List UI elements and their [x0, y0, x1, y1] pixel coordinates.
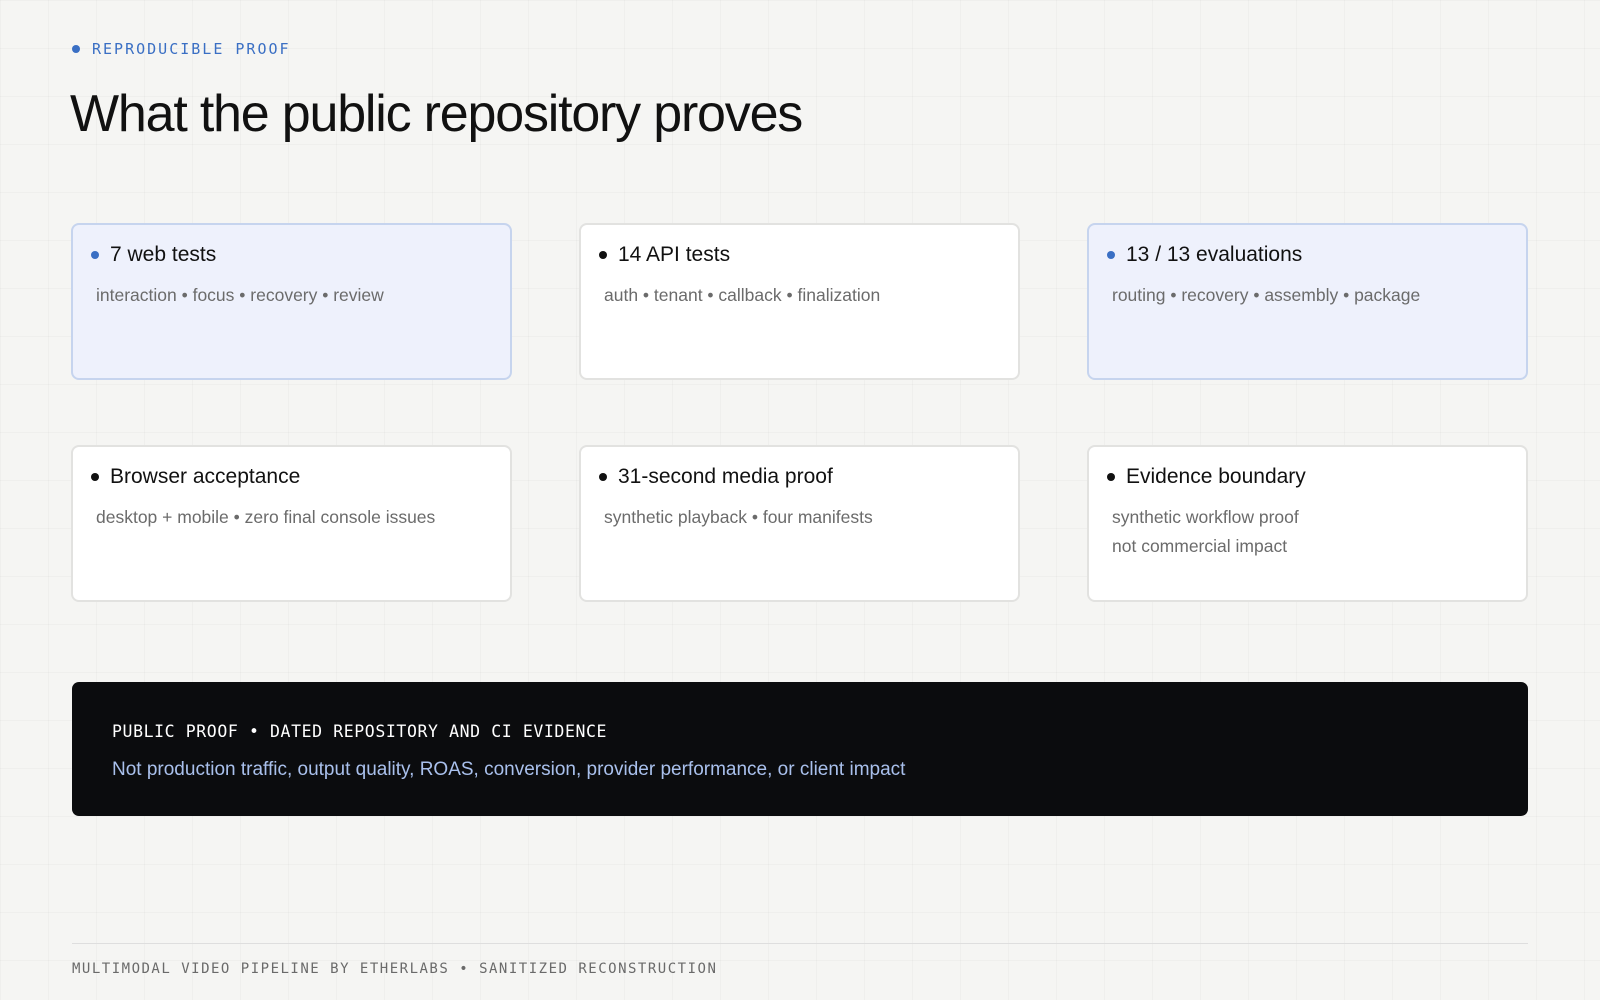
- card-description-line: synthetic workflow proof: [1112, 507, 1299, 527]
- bullet-icon: [599, 473, 607, 481]
- card-title: Browser acceptance: [110, 465, 301, 488]
- card-description: auth • tenant • callback • finalization: [604, 281, 880, 310]
- banner-heading: PUBLIC PROOF • DATED REPOSITORY AND CI E…: [112, 722, 608, 741]
- card-browser-acceptance: Browser acceptance desktop + mobile • ze…: [71, 445, 512, 602]
- card-description-line: auth • tenant • callback • finalization: [604, 285, 881, 305]
- card-media-proof: 31-second media proof synthetic playback…: [579, 445, 1020, 602]
- card-header: 14 API tests: [599, 239, 730, 271]
- card-description: interaction • focus • recovery • review: [96, 281, 384, 310]
- card-description-line: routing • recovery • assembly • package: [1112, 285, 1421, 305]
- card-description-line: not commercial impact: [1112, 536, 1288, 556]
- card-api-tests: 14 API tests auth • tenant • callback • …: [579, 223, 1020, 380]
- bullet-icon: [91, 473, 99, 481]
- card-header: 13 / 13 evaluations: [1107, 239, 1302, 271]
- card-description-line: synthetic playback • four manifests: [604, 507, 873, 527]
- card-title: 13 / 13 evaluations: [1126, 243, 1303, 266]
- card-title: 31-second media proof: [618, 465, 833, 488]
- card-description: synthetic playback • four manifests: [604, 503, 873, 532]
- bullet-icon: [91, 251, 99, 259]
- card-header: 7 web tests: [91, 239, 216, 271]
- banner-text: Not production traffic, output quality, …: [112, 759, 906, 780]
- eyebrow-label: REPRODUCIBLE PROOF: [92, 40, 291, 58]
- card-description: desktop + mobile • zero final console is…: [96, 503, 435, 532]
- card-header: Evidence boundary: [1107, 461, 1306, 493]
- footer-divider: [72, 943, 1528, 944]
- card-evidence-boundary: Evidence boundary synthetic workflow pro…: [1087, 445, 1528, 602]
- card-web-tests: 7 web tests interaction • focus • recove…: [71, 223, 512, 380]
- card-title: 14 API tests: [618, 243, 731, 266]
- card-title: 7 web tests: [110, 243, 217, 266]
- card-description: routing • recovery • assembly • package: [1112, 281, 1420, 310]
- bullet-icon: [1107, 473, 1115, 481]
- card-description: synthetic workflow proof not commercial …: [1112, 503, 1299, 561]
- page-title: What the public repository proves: [70, 85, 803, 143]
- proof-banner: PUBLIC PROOF • DATED REPOSITORY AND CI E…: [72, 682, 1528, 816]
- card-evaluations: 13 / 13 evaluations routing • recovery •…: [1087, 223, 1528, 380]
- eyebrow-dot-icon: [72, 45, 80, 53]
- bullet-icon: [599, 251, 607, 259]
- card-header: Browser acceptance: [91, 461, 300, 493]
- card-title: Evidence boundary: [1126, 465, 1306, 488]
- eyebrow: REPRODUCIBLE PROOF: [72, 40, 291, 58]
- footer-text: MULTIMODAL VIDEO PIPELINE BY ETHERLABS •…: [72, 961, 718, 977]
- bullet-icon: [1107, 251, 1115, 259]
- card-description-line: desktop + mobile • zero final console is…: [96, 507, 436, 527]
- card-header: 31-second media proof: [599, 461, 833, 493]
- card-description-line: interaction • focus • recovery • review: [96, 285, 384, 305]
